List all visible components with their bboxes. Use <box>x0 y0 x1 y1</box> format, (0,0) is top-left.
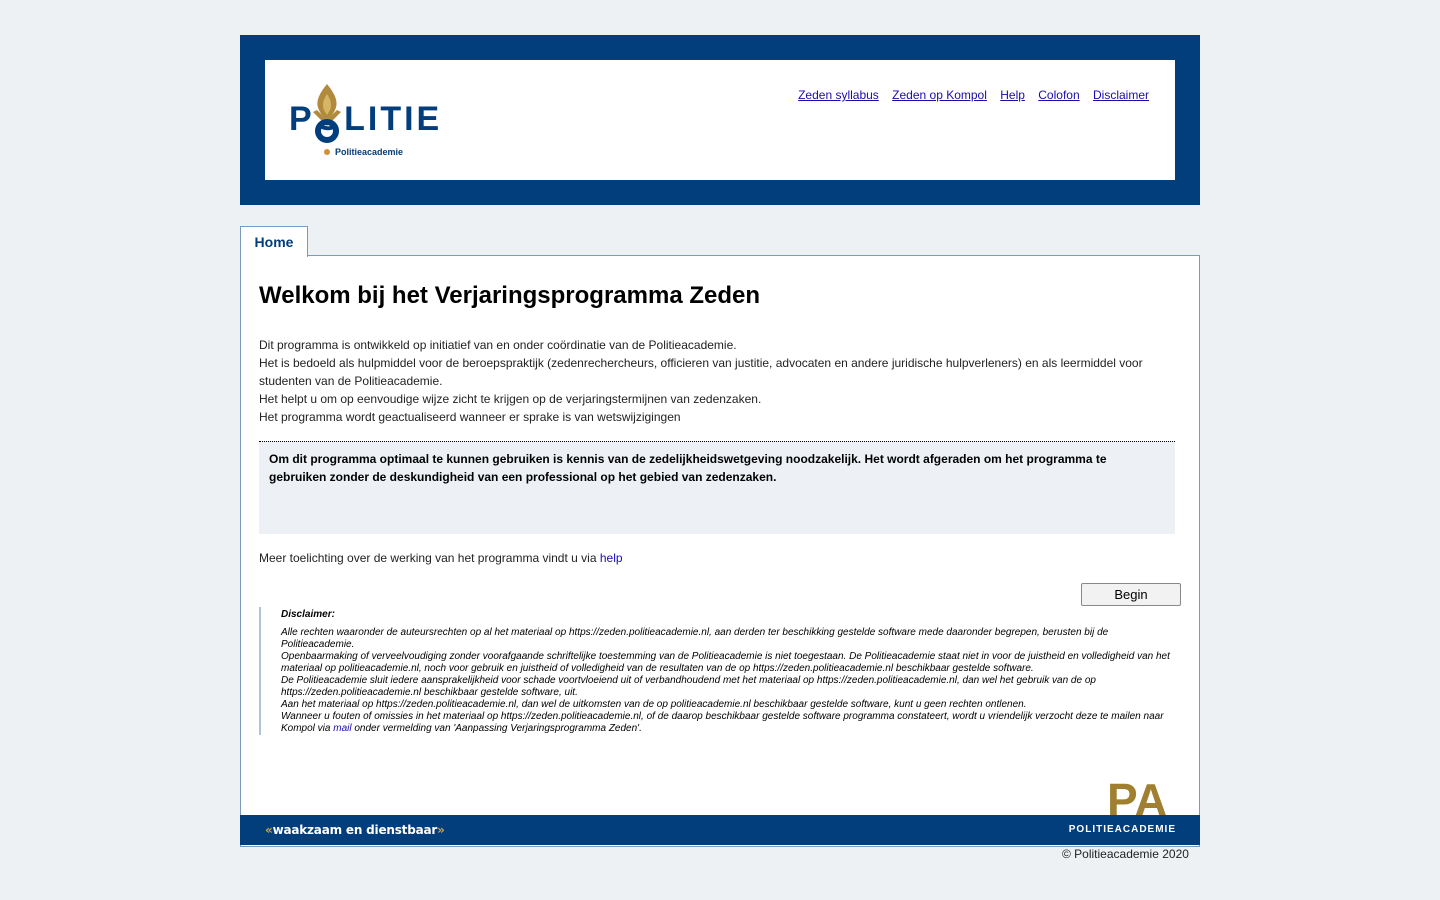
politieacademie-wordmark: POLITIEACADEMIE <box>1068 824 1176 835</box>
main-content: Welkom bij het Verjaringsprogramma Zeden… <box>240 255 1200 847</box>
link-colofon[interactable]: Colofon <box>1038 88 1079 102</box>
quote-open-icon: « <box>265 823 273 837</box>
intro-line: Het helpt u om op eenvoudige wijze zicht… <box>259 392 762 406</box>
svg-text:Politieacademie: Politieacademie <box>335 147 403 157</box>
page-title: Welkom bij het Verjaringsprogramma Zeden <box>259 282 761 309</box>
intro-line: Dit programma is ontwikkeld op initiatie… <box>259 338 737 352</box>
mail-link[interactable]: mail <box>333 723 351 734</box>
svg-text:POLITIE: POLITIE <box>289 100 442 138</box>
disclaimer-paragraph: Wanneer u fouten of omissies in het mate… <box>281 711 1164 734</box>
politieacademie-pa-logo: PA <box>1107 778 1168 818</box>
top-navigation: Zeden syllabus Zeden op Kompol Help Colo… <box>788 88 1149 102</box>
help-link[interactable]: help <box>600 551 623 565</box>
disclaimer-block: Disclaimer: Alle rechten waaronder de au… <box>259 607 1181 735</box>
disclaimer-paragraph: Aan het materiaal op https://zeden.polit… <box>281 699 1027 710</box>
link-zeden-op-kompol[interactable]: Zeden op Kompol <box>892 88 987 102</box>
help-note-text: Meer toelichting over de werking van het… <box>259 551 600 565</box>
slogan: «waakzaam en dienstbaar» <box>265 823 445 837</box>
link-help[interactable]: Help <box>1000 88 1025 102</box>
footer-bar: «waakzaam en dienstbaar» POLITIEACADEMIE <box>240 815 1200 845</box>
tab-home[interactable]: Home <box>240 226 308 257</box>
intro-text: Dit programma is ontwikkeld op initiatie… <box>259 336 1159 426</box>
intro-line: Het is bedoeld als hulpmiddel voor de be… <box>259 356 1143 388</box>
svg-text:PA: PA <box>1107 778 1168 818</box>
disclaimer-paragraph: Alle rechten waaronder de auteursrechten… <box>281 627 1109 650</box>
warning-text: Om dit programma optimaal te kunnen gebr… <box>269 452 1107 484</box>
link-disclaimer[interactable]: Disclaimer <box>1093 88 1149 102</box>
intro-line: Het programma wordt geactualiseerd wanne… <box>259 410 681 424</box>
politie-logo[interactable]: POLITIE Politieacademie <box>289 82 459 158</box>
slogan-text: waakzaam en dienstbaar <box>272 823 438 837</box>
quote-close-icon: » <box>437 823 445 837</box>
copyright: © Politieacademie 2020 <box>1062 847 1189 861</box>
help-note: Meer toelichting over de werking van het… <box>259 551 623 565</box>
header-band: POLITIE Politieacademie Zeden syllabus Z… <box>240 35 1200 205</box>
link-zeden-syllabus[interactable]: Zeden syllabus <box>798 88 879 102</box>
begin-button[interactable]: Begin <box>1081 583 1181 606</box>
header-panel: POLITIE Politieacademie Zeden syllabus Z… <box>265 60 1175 180</box>
disclaimer-title: Disclaimer: <box>281 609 335 620</box>
warning-box: Om dit programma optimaal te kunnen gebr… <box>259 441 1175 534</box>
disclaimer-paragraph: De Politieacademie sluit iedere aansprak… <box>281 675 1096 698</box>
disclaimer-paragraph: Openbaarmaking of verveelvoudiging zonde… <box>281 651 1170 674</box>
